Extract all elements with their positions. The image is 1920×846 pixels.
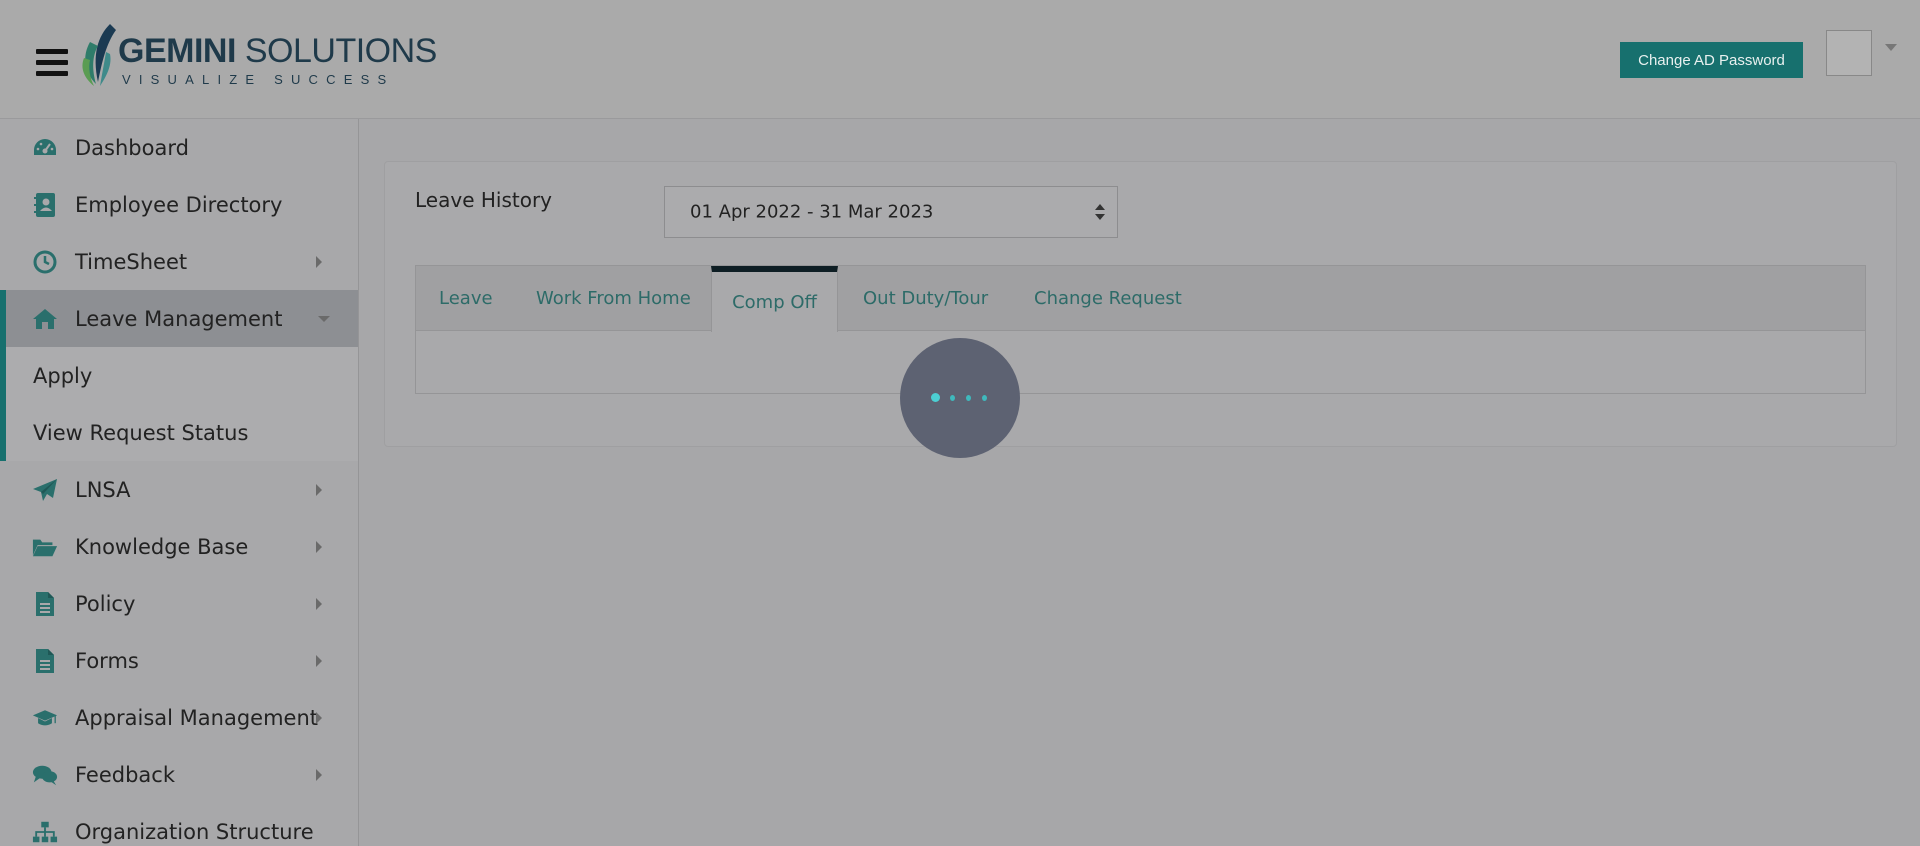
sidebar-item-label: Dashboard bbox=[75, 135, 189, 160]
sidebar: Dashboard Employee Directory TimeSheet L… bbox=[0, 119, 359, 846]
sidebar-item-dashboard[interactable]: Dashboard bbox=[0, 119, 358, 176]
chevron-right-icon bbox=[316, 654, 322, 667]
sidebar-subitem-label: Apply bbox=[33, 363, 93, 388]
loader-dot bbox=[966, 395, 971, 401]
leave-history-card: Leave History 01 Apr 2022 - 31 Mar 2023 … bbox=[384, 161, 1897, 447]
sidebar-item-appraisal-management[interactable]: Appraisal Management bbox=[0, 689, 358, 746]
chevron-down-icon[interactable] bbox=[1885, 44, 1897, 51]
sidebar-subitem-apply[interactable]: Apply bbox=[0, 347, 358, 404]
period-select-value: 01 Apr 2022 - 31 Mar 2023 bbox=[690, 201, 934, 223]
sidebar-item-forms[interactable]: Forms bbox=[0, 632, 358, 689]
loader-dot bbox=[982, 395, 987, 401]
tab-out-duty-tour[interactable]: Out Duty/Tour bbox=[863, 266, 988, 331]
chevron-right-icon bbox=[316, 483, 322, 496]
sidebar-item-leave-management[interactable]: Leave Management bbox=[0, 290, 358, 347]
sidebar-item-label: Leave Management bbox=[75, 306, 283, 331]
period-select[interactable]: 01 Apr 2022 - 31 Mar 2023 bbox=[664, 186, 1118, 238]
sidebar-item-label: Feedback bbox=[75, 762, 176, 787]
sidebar-item-employee-directory[interactable]: Employee Directory bbox=[0, 176, 358, 233]
tab-change-request[interactable]: Change Request bbox=[1034, 266, 1182, 331]
avatar[interactable] bbox=[1826, 30, 1872, 76]
sidebar-item-lnsa[interactable]: LNSA bbox=[0, 461, 358, 518]
sidebar-subitem-view-request-status[interactable]: View Request Status bbox=[0, 404, 358, 461]
sidebar-item-label: LNSA bbox=[75, 477, 131, 502]
tab-work-from-home[interactable]: Work From Home bbox=[536, 266, 691, 331]
document-icon bbox=[32, 591, 58, 617]
address-book-icon bbox=[32, 192, 58, 218]
sidebar-item-label: Policy bbox=[75, 591, 136, 616]
sidebar-item-label: Appraisal Management bbox=[75, 705, 319, 730]
sidebar-item-label: Organization Structure bbox=[75, 819, 314, 844]
sidebar-subitem-label: View Request Status bbox=[33, 420, 249, 445]
tab-bar: Leave Work From Home Comp Off Out Duty/T… bbox=[416, 266, 1865, 332]
hamburger-menu-icon[interactable] bbox=[36, 49, 68, 77]
dashboard-icon bbox=[32, 135, 58, 161]
clock-icon bbox=[32, 249, 58, 275]
sitemap-icon bbox=[32, 819, 58, 845]
loader-dot bbox=[931, 393, 940, 402]
sidebar-item-knowledge-base[interactable]: Knowledge Base bbox=[0, 518, 358, 575]
sidebar-item-label: Knowledge Base bbox=[75, 534, 249, 559]
home-icon bbox=[32, 306, 58, 332]
loader-dot bbox=[950, 395, 955, 401]
tabs-panel: Leave Work From Home Comp Off Out Duty/T… bbox=[415, 265, 1866, 394]
chevron-right-icon bbox=[316, 597, 322, 610]
sidebar-item-timesheet[interactable]: TimeSheet bbox=[0, 233, 358, 290]
chevron-right-icon bbox=[316, 711, 322, 724]
sidebar-item-label: Employee Directory bbox=[75, 192, 283, 217]
logo-wordmark: GEMINI SOLUTIONS bbox=[118, 32, 437, 70]
logo-tagline: VISUALIZE SUCCESS bbox=[122, 72, 395, 87]
tab-comp-off[interactable]: Comp Off bbox=[711, 266, 838, 332]
graduation-cap-icon bbox=[32, 705, 58, 731]
company-logo[interactable]: GEMINI SOLUTIONS VISUALIZE SUCCESS bbox=[80, 22, 437, 92]
chevron-right-icon bbox=[316, 255, 322, 268]
comments-icon bbox=[32, 762, 58, 788]
chevron-right-icon bbox=[316, 768, 322, 781]
loading-spinner bbox=[900, 338, 1020, 458]
tab-leave[interactable]: Leave bbox=[439, 266, 493, 331]
change-ad-password-button[interactable]: Change AD Password bbox=[1620, 42, 1803, 78]
chevron-right-icon bbox=[316, 540, 322, 553]
sidebar-item-organization-structure[interactable]: Organization Structure bbox=[0, 803, 358, 846]
document-icon bbox=[32, 648, 58, 674]
chevron-up-icon bbox=[1095, 204, 1105, 210]
sidebar-item-label: TimeSheet bbox=[75, 249, 188, 274]
folder-open-icon bbox=[32, 534, 58, 560]
sidebar-item-policy[interactable]: Policy bbox=[0, 575, 358, 632]
paper-plane-icon bbox=[32, 477, 58, 503]
page-title: Leave History bbox=[415, 188, 553, 212]
sidebar-item-label: Forms bbox=[75, 648, 139, 673]
chevron-down-icon bbox=[1095, 214, 1105, 220]
sidebar-item-feedback[interactable]: Feedback bbox=[0, 746, 358, 803]
top-header: GEMINI SOLUTIONS VISUALIZE SUCCESS Chang… bbox=[0, 0, 1920, 119]
chevron-down-icon bbox=[318, 315, 330, 322]
